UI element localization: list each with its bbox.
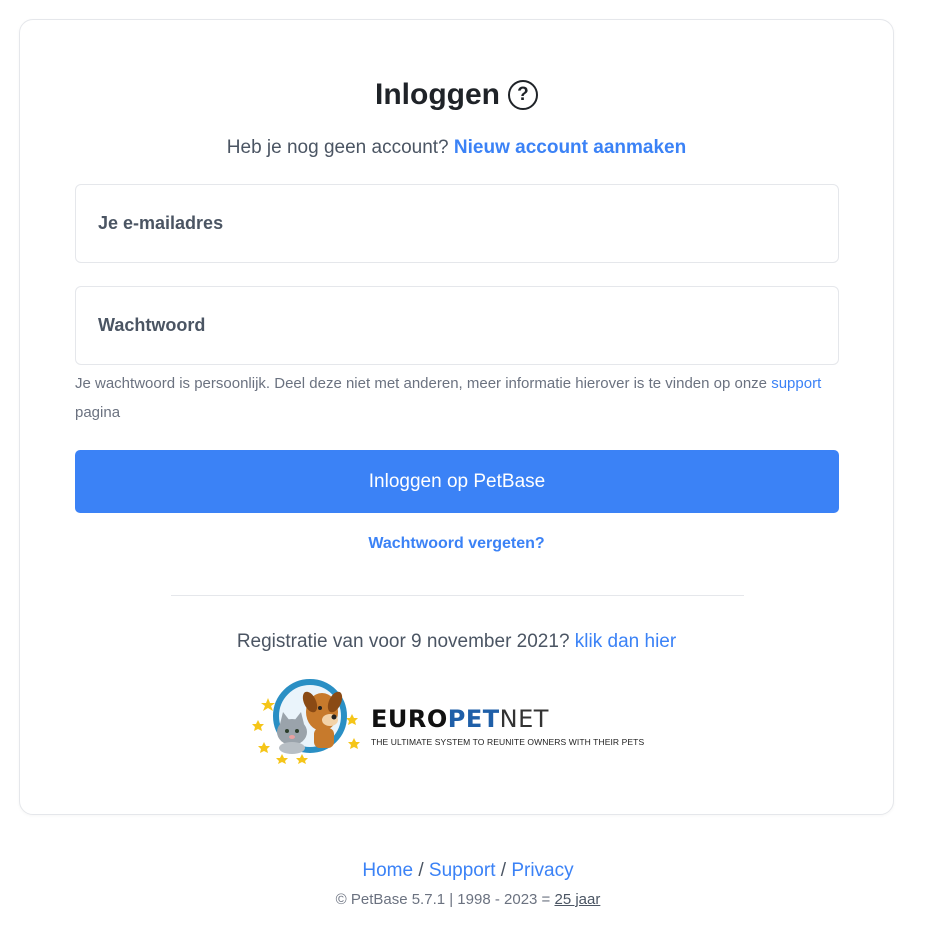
footer-privacy-link[interactable]: Privacy bbox=[511, 860, 573, 881]
divider bbox=[171, 595, 744, 596]
password-field[interactable] bbox=[76, 287, 838, 364]
legacy-prompt-text: Registratie van voor 9 november 2021? bbox=[236, 631, 575, 652]
login-button[interactable]: Inloggen op PetBase bbox=[75, 450, 839, 513]
europetnet-logo: EUROPETNET THE ULTIMATE SYSTEM TO REUNIT… bbox=[250, 676, 670, 764]
forgot-password: Wachtwoord vergeten? bbox=[20, 535, 893, 553]
help-icon[interactable]: ? bbox=[507, 80, 538, 110]
logo-wordmark-net: NET bbox=[499, 705, 549, 733]
password-hint-suffix: pagina bbox=[75, 404, 121, 421]
footer-separator: / bbox=[413, 860, 429, 881]
footer-support-link[interactable]: Support bbox=[429, 860, 496, 881]
password-hint-text: Je wachtwoord is persoonlijk. Deel deze … bbox=[75, 375, 772, 392]
footer-separator: / bbox=[495, 860, 512, 881]
logo-tagline: THE ULTIMATE SYSTEM TO REUNITE OWNERS WI… bbox=[371, 737, 645, 747]
legacy-link[interactable]: klik dan hier bbox=[575, 631, 676, 652]
signup-prompt-text: Heb je nog geen account? bbox=[226, 137, 454, 158]
footer-home-link[interactable]: Home bbox=[362, 860, 413, 881]
email-field-wrapper bbox=[75, 184, 839, 263]
password-field-wrapper bbox=[75, 286, 839, 365]
password-hint: Je wachtwoord is persoonlijk. Deel deze … bbox=[75, 369, 845, 427]
logo-wordmark-euro: EURO bbox=[371, 705, 448, 733]
logo-wordmark: EUROPETNET bbox=[371, 705, 549, 733]
copyright: © PetBase 5.7.1 | 1998 - 2023 = 25 jaar bbox=[0, 891, 936, 908]
signup-prompt: Heb je nog geen account? Nieuw account a… bbox=[20, 137, 893, 159]
create-account-link[interactable]: Nieuw account aanmaken bbox=[454, 137, 686, 158]
footer-nav: Home / Support / Privacy bbox=[0, 860, 936, 882]
support-link[interactable]: support bbox=[771, 375, 821, 392]
pets-emblem-icon bbox=[252, 679, 360, 764]
copyright-years: 25 jaar bbox=[554, 891, 601, 908]
page-title: Inloggen bbox=[375, 78, 500, 111]
legacy-registration: Registratie van voor 9 november 2021? kl… bbox=[20, 631, 893, 653]
login-card: Inloggen ? Heb je nog geen account? Nieu… bbox=[19, 19, 894, 815]
email-field[interactable] bbox=[76, 185, 838, 262]
logo-wordmark-pet: PET bbox=[447, 705, 500, 733]
forgot-password-link[interactable]: Wachtwoord vergeten? bbox=[368, 535, 544, 552]
copyright-text: © PetBase 5.7.1 | 1998 - 2023 = bbox=[335, 891, 555, 908]
title-row: Inloggen ? bbox=[20, 78, 893, 112]
